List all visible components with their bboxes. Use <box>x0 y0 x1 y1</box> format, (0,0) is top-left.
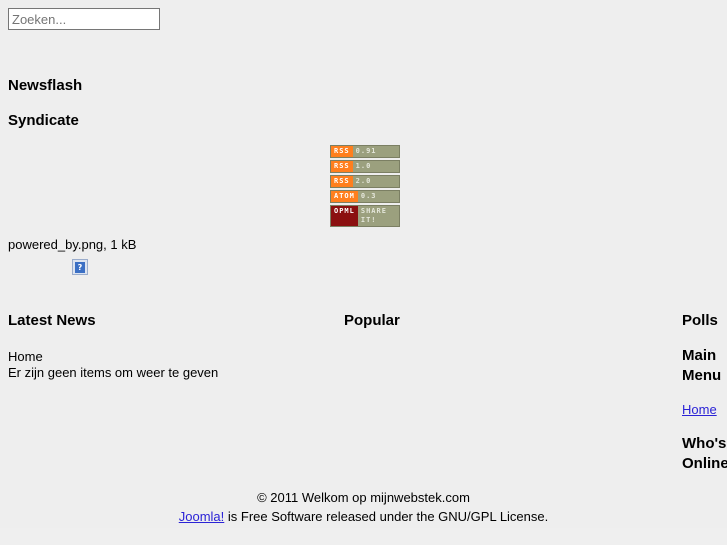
feed-badge[interactable]: RSS 0.91 <box>330 145 400 158</box>
footer: © 2011 Welkom op mijnwebstek.com Joomla!… <box>0 488 727 526</box>
feed-badge-tag: RSS <box>331 161 353 172</box>
feed-badge-value: 2.0 <box>352 176 399 187</box>
feed-badge[interactable]: RSS 2.0 <box>330 175 400 188</box>
feed-badge-value: 1.0 <box>352 161 399 172</box>
list-item: Er zijn geen items om weer te geven <box>8 365 219 380</box>
joomla-link[interactable]: Joomla! <box>179 509 225 524</box>
page-bottom-strip <box>0 528 727 545</box>
feed-badge-opml[interactable]: OPML SHARE IT! <box>330 205 400 227</box>
broken-image-icon: ? <box>72 259 88 275</box>
syndicate-heading: Syndicate <box>8 112 79 129</box>
feed-badge-value: SHARE IT! <box>357 206 399 226</box>
list-item: Home <box>8 349 43 364</box>
powered-by-caption: powered_by.png, 1 kB <box>8 237 137 252</box>
syndicate-feed-badges: RSS 0.91 RSS 1.0 RSS 2.0 ATOM 0.3 OPML S… <box>330 145 400 229</box>
feed-badge-tag: RSS <box>331 176 353 187</box>
feed-badge-tag: RSS <box>331 146 353 157</box>
main-menu-item-home[interactable]: Home <box>682 402 717 417</box>
footer-license: Joomla! is Free Software released under … <box>0 507 727 526</box>
question-mark-glyph: ? <box>75 261 85 273</box>
newsflash-heading: Newsflash <box>8 77 83 94</box>
footer-copyright: © 2011 Welkom op mijnwebstek.com <box>257 490 470 505</box>
feed-badge-value: 0.91 <box>352 146 399 157</box>
footer-license-text: is Free Software released under the GNU/… <box>224 509 549 524</box>
search-input[interactable] <box>8 8 160 30</box>
popular-heading: Popular <box>344 312 400 329</box>
feed-badge[interactable]: RSS 1.0 <box>330 160 400 173</box>
main-menu-list: Home <box>682 402 717 417</box>
feed-badge[interactable]: ATOM 0.3 <box>330 190 400 203</box>
feed-badge-tag: OPML <box>331 206 358 226</box>
main-menu-link[interactable]: Home <box>682 402 717 417</box>
latest-news-list: Home Er zijn geen items om weer te geven <box>8 349 218 381</box>
search-module <box>8 8 160 30</box>
main-menu-heading: Main Menu <box>682 347 722 384</box>
whos-online-heading: Who's Online <box>682 435 727 472</box>
polls-heading: Polls <box>682 312 718 329</box>
feed-badge-tag: ATOM <box>331 191 358 202</box>
feed-badge-value: 0.3 <box>357 191 399 202</box>
latest-news-heading: Latest News <box>8 312 96 329</box>
